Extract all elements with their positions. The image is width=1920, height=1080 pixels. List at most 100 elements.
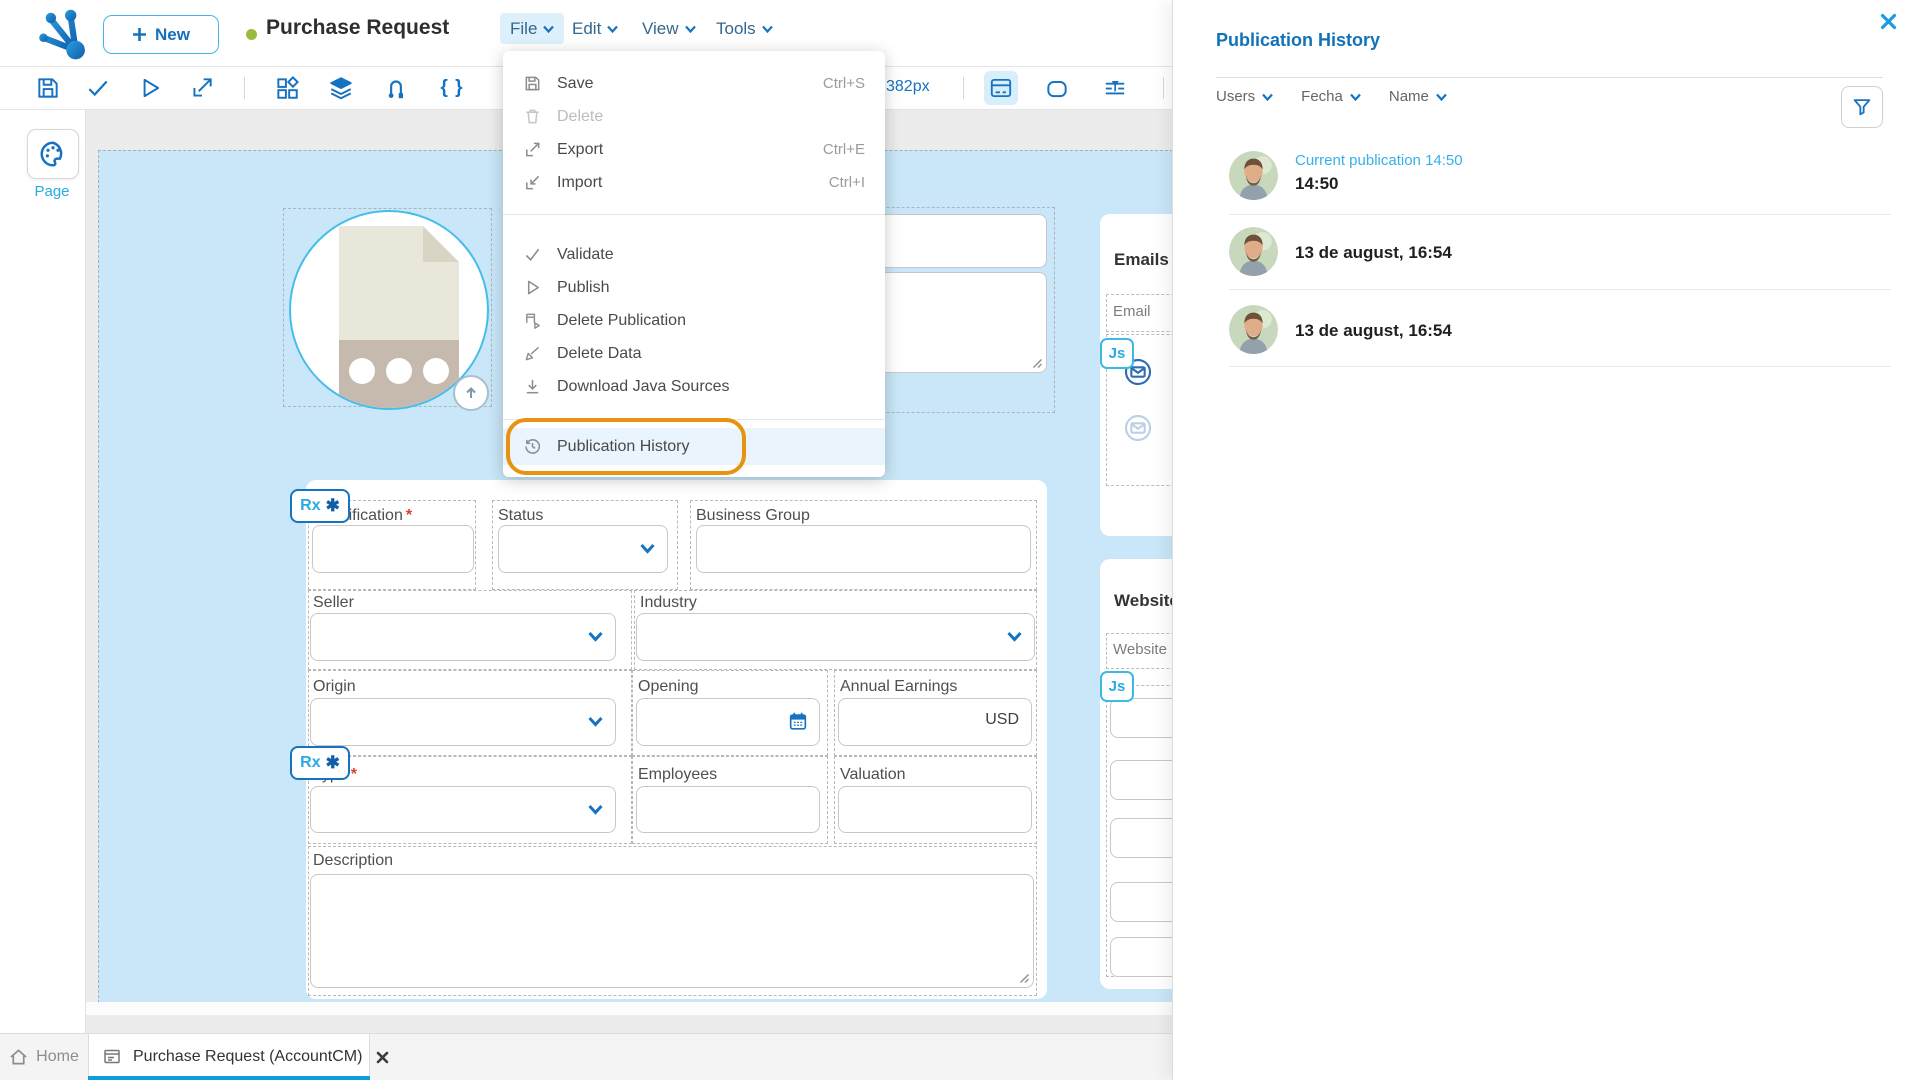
tab-home[interactable]: Home [0, 1034, 88, 1080]
file-menu: Save Ctrl+S Delete Export Ctrl+E Import … [503, 51, 885, 477]
website-input[interactable] [1110, 818, 1172, 858]
components-icon[interactable] [270, 71, 304, 105]
annual-earnings-input[interactable]: USD [838, 698, 1032, 746]
layers-icon[interactable] [324, 71, 358, 105]
valuation-input[interactable] [838, 786, 1032, 833]
employees-label: Employees [638, 766, 717, 784]
menu-item-delete-publication[interactable]: Delete Publication [503, 304, 885, 337]
filter-name[interactable]: Name [1389, 88, 1447, 105]
menu-item-delete-data[interactable]: Delete Data [503, 337, 885, 370]
chevron-down-icon [762, 25, 773, 33]
document-title: Purchase Request [266, 16, 449, 40]
filter-button[interactable] [1841, 86, 1883, 128]
connector-icon[interactable] [379, 71, 413, 105]
status-label: Status [498, 507, 543, 525]
email-icon-faded [1122, 412, 1154, 444]
business-group-input[interactable] [696, 525, 1031, 573]
play-icon[interactable] [133, 71, 167, 105]
website-input[interactable] [1110, 760, 1172, 800]
publication-history-panel: Publication History Users Fecha Name [1172, 0, 1920, 1080]
chevron-down-icon [607, 25, 618, 33]
document-tabbar: Home Purchase Request (AccountCM) [0, 1033, 1172, 1080]
card-view-icon[interactable] [984, 71, 1018, 105]
filter-users[interactable]: Users [1216, 88, 1273, 105]
menu-item-download-java-sources[interactable]: Download Java Sources [503, 370, 885, 403]
panel-filter-row: Users Fecha Name [1216, 88, 1447, 105]
menu-tools[interactable]: Tools [706, 13, 783, 44]
menu-item-delete[interactable]: Delete [503, 100, 885, 133]
export-icon[interactable] [185, 71, 219, 105]
page-widget-label: Page [27, 183, 77, 200]
resize-handle-icon[interactable] [1019, 973, 1030, 984]
canvas-bottom-strip [85, 1002, 1172, 1015]
tab-home-label: Home [36, 1048, 79, 1066]
js-badge[interactable]: Js [1100, 671, 1134, 702]
plus-icon [132, 27, 147, 42]
placeholder-band [339, 340, 459, 408]
website-input[interactable] [1110, 937, 1172, 977]
publication-row-date[interactable]: 13 de august, 16:54 [1295, 243, 1452, 263]
employees-input[interactable] [636, 786, 820, 833]
publication-row-time[interactable]: 14:50 [1295, 174, 1338, 194]
website-label: Website [1113, 641, 1167, 658]
publication-row-date[interactable]: 13 de august, 16:54 [1295, 321, 1452, 341]
menu-item-export[interactable]: Export Ctrl+E [503, 133, 885, 166]
menu-edit-label: Edit [572, 19, 601, 39]
menu-view[interactable]: View [632, 13, 706, 44]
type-select[interactable] [310, 786, 616, 833]
menu-file-label: File [510, 19, 537, 39]
menu-item-publish[interactable]: Publish [503, 271, 885, 304]
website-input[interactable] [1110, 698, 1172, 738]
resize-handle-icon[interactable] [1032, 358, 1043, 369]
menu-item-import[interactable]: Import Ctrl+I [503, 166, 885, 199]
validate-check-icon[interactable] [81, 71, 115, 105]
rounded-container-icon[interactable] [1040, 71, 1074, 105]
industry-select[interactable] [636, 613, 1035, 661]
page-widget-button[interactable] [27, 129, 79, 179]
website-card-title: Website [1114, 591, 1172, 611]
menu-item-publication-history[interactable]: Publication History [503, 428, 885, 465]
home-icon [9, 1048, 28, 1066]
code-braces-icon[interactable]: { } [435, 71, 469, 105]
filter-fecha[interactable]: Fecha [1301, 88, 1361, 105]
menu-item-save[interactable]: Save Ctrl+S [503, 67, 885, 100]
panel-close-icon[interactable] [1875, 8, 1901, 34]
filter-lines-icon[interactable] [1098, 71, 1132, 105]
description-textarea[interactable] [310, 874, 1034, 988]
menu-tools-label: Tools [716, 19, 756, 39]
form-card: Rx ✱ Identification* Status Business Gro… [306, 480, 1047, 999]
website-card: Website Website Js [1100, 559, 1172, 989]
identification-input[interactable] [312, 525, 474, 573]
new-button[interactable]: New [103, 15, 219, 54]
website-input[interactable] [1110, 882, 1172, 922]
required-marker: * [406, 507, 412, 524]
publication-row-link[interactable]: Current publication 14:50 [1295, 152, 1463, 169]
menu-file[interactable]: File [500, 13, 564, 44]
toolbar-divider [1163, 77, 1164, 99]
js-badge[interactable]: Js [1100, 338, 1134, 369]
rx-badge[interactable]: Rx ✱ [290, 489, 350, 523]
app-window: New Purchase Request File Edit View Tool… [0, 0, 1920, 1080]
status-select[interactable] [498, 525, 668, 573]
description-label: Description [313, 852, 393, 870]
active-tab-indicator [88, 1076, 370, 1080]
asterisk-icon: ✱ [326, 496, 340, 516]
tab-close-icon[interactable] [376, 1051, 389, 1064]
app-logo [34, 8, 90, 60]
menu-separator [503, 214, 885, 215]
save-icon[interactable] [31, 71, 65, 105]
calendar-icon[interactable] [787, 710, 809, 732]
menu-item-validate[interactable]: Validate [503, 238, 885, 271]
origin-select[interactable] [310, 698, 616, 746]
menu-edit[interactable]: Edit [562, 13, 628, 44]
width-indicator: 382px [886, 78, 930, 96]
seller-select[interactable] [310, 613, 616, 661]
rx-badge[interactable]: Rx ✱ [290, 746, 350, 780]
annual-earnings-label: Annual Earnings [840, 678, 957, 696]
opening-date-input[interactable] [636, 698, 820, 746]
valuation-label: Valuation [840, 766, 906, 784]
chevron-down-icon [588, 716, 603, 727]
upload-image-button[interactable] [453, 375, 489, 411]
status-dot [246, 29, 257, 40]
tab-purchase-request[interactable]: Purchase Request (AccountCM) [88, 1034, 370, 1080]
